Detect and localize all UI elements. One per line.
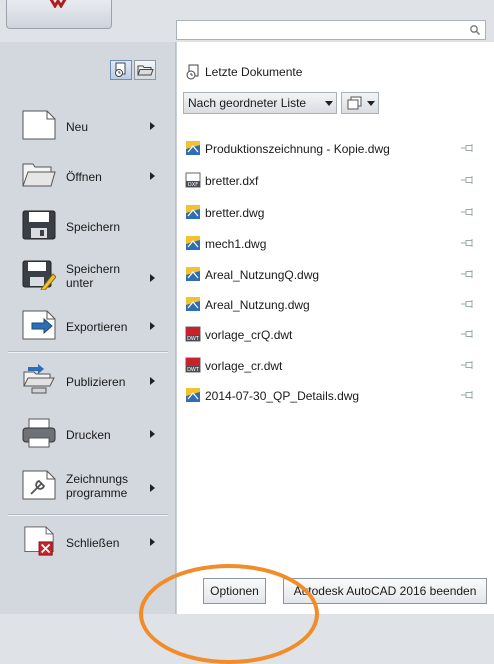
menu-new-label: Neu [66,120,89,134]
save-disk-icon [22,210,56,240]
pin-icon[interactable] [461,208,475,216]
recent-file-name: mech1.dwg [205,237,267,251]
application-menu-commands: Neu Öffnen Speichern Speichern unter Exp… [0,42,176,614]
recent-file-item[interactable]: Produktionszeichnung - Kopie.dwg [185,140,475,160]
open-documents-toggle[interactable] [134,60,156,80]
menu-save-as-label: Speichern unter [66,262,121,290]
menu-separator [8,351,168,353]
chevron-down-icon [367,101,375,106]
recent-file-name: Areal_NutzungQ.dwg [205,268,320,282]
pin-icon[interactable] [461,270,475,278]
recent-file-name: bretter.dwg [205,206,265,220]
dwg-file-icon [186,297,200,311]
export-icon [22,310,56,340]
menu-print-label: Drucken [66,428,111,442]
menu-open[interactable]: Öffnen [0,156,176,196]
search-icon[interactable] [469,24,481,36]
recent-file-name: Produktionszeichnung - Kopie.dwg [205,142,390,156]
top-bar [0,0,494,42]
menu-new[interactable]: Neu [0,106,176,146]
dwg-file-icon [186,205,200,219]
pin-icon[interactable] [461,239,475,247]
recent-file-item[interactable]: DWT vorlage_crQ.dwt [185,326,475,346]
recent-file-item[interactable]: mech1.dwg [185,235,475,255]
recent-file-name: bretter.dxf [205,174,259,188]
recent-file-name: vorlage_cr.dwt [205,359,283,373]
recent-file-item[interactable]: Areal_NutzungQ.dwg [185,266,475,286]
save-as-icon [22,260,56,290]
menu-new-submenu-arrow [150,122,155,130]
search-field[interactable] [176,20,486,40]
printer-icon [22,418,56,448]
recent-documents-title: Letzte Dokumente [205,65,303,79]
recent-file-item[interactable]: DXF bretter.dxf [185,172,475,192]
pin-icon[interactable] [461,300,475,308]
recent-file-item[interactable]: Areal_Nutzung.dwg [185,296,475,316]
search-input[interactable] [181,22,461,38]
new-document-icon [22,110,56,140]
options-button[interactable]: Optionen [203,578,266,604]
menu-save-as[interactable]: Speichern unter [0,254,176,298]
menu-export-submenu-arrow [150,322,155,330]
recent-file-item[interactable]: 2014-07-30_QP_Details.dwg [185,387,475,407]
sort-order-dropdown[interactable]: Nach geordneter Liste [183,92,337,114]
menu-publish[interactable]: Publizieren [0,360,176,402]
menu-save-as-submenu-arrow [150,274,155,282]
menu-publish-label: Publizieren [66,375,126,389]
autocad-logo-icon [49,0,67,8]
recent-file-name: 2014-07-30_QP_Details.dwg [205,389,360,403]
pin-icon[interactable] [461,144,475,152]
application-menu-button[interactable] [6,0,112,29]
dwt-file-icon: DWT [185,357,201,373]
menu-close[interactable]: Schließen [0,522,176,566]
svg-text:DWT: DWT [187,336,200,342]
menu-print-submenu-arrow [150,430,155,438]
dwg-file-icon [186,388,200,402]
recent-documents-icon [115,62,126,77]
display-mode-dropdown[interactable] [341,92,379,114]
menu-close-label: Schließen [66,536,120,550]
recent-file-name: Areal_Nutzung.dwg [205,298,310,312]
menu-print[interactable]: Drucken [0,414,176,454]
svg-text:DXF: DXF [188,182,198,188]
recent-documents-toggle[interactable] [110,60,132,80]
recent-file-item[interactable]: DWT vorlage_cr.dwt [185,357,475,377]
pin-icon[interactable] [461,330,475,338]
recent-documents-icon [186,64,199,80]
svg-text:DWT: DWT [187,367,200,373]
menu-drawing-utilities-submenu-arrow [150,484,155,492]
menu-open-submenu-arrow [150,172,155,180]
sort-order-value: Nach geordneter Liste [188,96,307,110]
menu-save-label: Speichern [66,220,121,234]
close-document-icon [24,526,54,556]
recent-documents-panel: Letzte Dokumente Nach geordneter Liste P… [176,42,494,614]
dwt-file-icon: DWT [185,326,201,342]
document-view-icon [347,96,362,110]
drawing-utilities-icon [22,470,56,500]
menu-open-label: Öffnen [66,170,102,184]
dwg-file-icon [186,267,200,281]
menu-separator [8,514,168,516]
dwg-file-icon [186,236,200,250]
pin-icon[interactable] [461,176,475,184]
menu-save[interactable]: Speichern [0,206,176,246]
publish-icon [23,364,55,394]
recent-file-item[interactable]: bretter.dwg [185,204,475,224]
dwg-file-icon [186,141,200,155]
dxf-file-icon: DXF [185,172,201,188]
menu-drawing-utilities[interactable]: Zeichnungs programme [0,464,176,508]
pin-icon[interactable] [461,361,475,369]
folder-open-icon [22,163,56,187]
recent-file-name: vorlage_crQ.dwt [205,328,293,342]
pin-icon[interactable] [461,391,475,399]
chevron-down-icon [325,101,333,106]
exit-autocad-button[interactable]: Autodesk AutoCAD 2016 beenden [283,578,487,604]
open-documents-icon [137,65,154,76]
menu-drawing-utilities-label: Zeichnungs programme [66,472,129,500]
view-toggle [110,60,160,82]
menu-close-submenu-arrow [150,538,155,546]
menu-export-label: Exportieren [66,320,128,334]
menu-publish-submenu-arrow [150,377,155,385]
menu-export[interactable]: Exportieren [0,306,176,346]
